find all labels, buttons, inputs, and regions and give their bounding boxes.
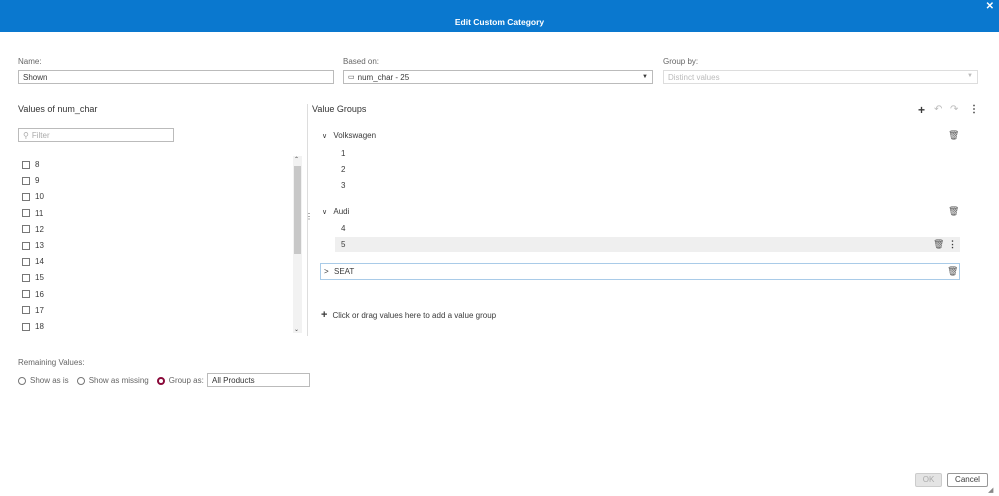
chevron-down-icon[interactable]: ∨ — [322, 209, 327, 216]
group-name: Audi — [333, 207, 350, 216]
checkbox[interactable] — [22, 322, 30, 331]
scroll-up-icon[interactable]: ⌃ — [294, 156, 299, 163]
value-groups-title: Value Groups — [312, 104, 367, 114]
group-value[interactable]: 3 — [341, 181, 345, 190]
redo-icon[interactable]: ↷ — [950, 104, 958, 115]
add-group-hint[interactable]: + Click or drag values here to add a val… — [321, 309, 496, 321]
value-list-item[interactable]: 16 — [22, 290, 44, 299]
value-list-item[interactable]: 8 — [22, 160, 39, 169]
option-label: Show as is — [30, 376, 69, 385]
values-title: Values of num_char — [18, 104, 98, 114]
filter-placeholder: Filter — [31, 131, 50, 140]
dialog-title: Edit Custom Category — [454, 17, 545, 27]
checkbox[interactable] — [22, 192, 30, 201]
value-list-item[interactable]: 18 — [22, 322, 44, 331]
checkbox[interactable] — [22, 290, 30, 299]
based-on-select[interactable]: ▭ num_char - 25 ▼ — [343, 70, 653, 84]
group-as-input[interactable]: All Products — [207, 373, 310, 387]
close-icon[interactable]: ✕ — [986, 1, 994, 12]
checkbox[interactable] — [22, 241, 30, 250]
checkbox[interactable] — [22, 257, 30, 266]
more-icon[interactable]: ⋮ — [948, 239, 957, 250]
radio-group-as[interactable] — [156, 376, 165, 385]
group-value-row-hover[interactable] — [335, 237, 960, 252]
group-audi[interactable]: ∨ Audi — [322, 207, 349, 216]
option-label: Group as: — [168, 376, 204, 385]
group-name: SEAT — [334, 267, 355, 276]
value-list-item[interactable]: 13 — [22, 241, 44, 250]
chevron-down-icon: ▼ — [967, 73, 973, 79]
add-icon: + — [321, 309, 328, 321]
value-label: 18 — [35, 322, 44, 331]
value-label: 15 — [35, 273, 44, 283]
scrollbar-thumb[interactable] — [294, 166, 301, 254]
checkbox[interactable] — [22, 160, 30, 169]
based-on-label: Based on: — [343, 57, 380, 66]
option-label: Show as missing — [88, 376, 149, 385]
value-list-item[interactable]: 10 — [22, 192, 44, 201]
trash-icon[interactable]: 🗑 — [947, 266, 958, 277]
ok-button[interactable]: OK — [915, 473, 942, 487]
scroll-down-icon[interactable]: ⌄ — [294, 326, 299, 333]
value-label: 13 — [35, 241, 44, 250]
checkbox[interactable] — [22, 176, 30, 185]
name-input[interactable]: Shown — [18, 70, 334, 84]
group-by-placeholder: Distinct values — [668, 73, 720, 82]
based-on-value: num_char - 25 — [357, 72, 410, 82]
cancel-button[interactable]: Cancel — [947, 473, 988, 487]
group-by-select[interactable]: Distinct values ▼ — [663, 70, 978, 84]
checkbox[interactable] — [22, 225, 30, 234]
value-list-item[interactable]: 15 — [22, 273, 44, 282]
trash-icon[interactable]: 🗑 — [933, 239, 944, 250]
value-label: 11 — [35, 208, 44, 218]
group-value[interactable]: 1 — [341, 149, 345, 158]
remaining-label: Remaining Values: — [18, 358, 85, 367]
dialog-header: Edit Custom Category ✕ — [0, 0, 999, 32]
group-by-label: Group by: — [663, 57, 699, 66]
chevron-right-icon[interactable]: > — [324, 267, 329, 276]
value-label: 10 — [35, 192, 44, 202]
value-label: 17 — [35, 305, 44, 315]
value-list-item[interactable]: 11 — [22, 209, 43, 218]
value-list-item[interactable]: 9 — [22, 176, 39, 185]
group-value[interactable]: 4 — [341, 224, 345, 233]
undo-icon[interactable]: ↶ — [934, 104, 942, 115]
resize-grip-icon[interactable]: ◢ — [988, 486, 993, 494]
chevron-down-icon: ▼ — [642, 74, 648, 80]
remaining-options: Show as is Show as missing Group as: — [18, 376, 204, 385]
name-label: Name: — [18, 57, 42, 66]
data-item-icon: ▭ — [348, 74, 355, 81]
value-list-item[interactable]: 14 — [22, 257, 44, 266]
trash-icon[interactable]: 🗑 — [948, 206, 959, 217]
checkbox[interactable] — [22, 209, 30, 218]
checkbox[interactable] — [22, 273, 30, 282]
filter-input[interactable]: ⚲ Filter — [18, 128, 174, 142]
add-icon[interactable]: + — [918, 103, 925, 117]
value-label: 9 — [35, 176, 40, 186]
checkbox[interactable] — [22, 306, 30, 315]
group-value[interactable]: 5 — [341, 240, 345, 249]
value-list-item[interactable]: 12 — [22, 225, 44, 234]
values-scrollbar[interactable]: ⌃ ⌄ — [293, 156, 302, 333]
group-value[interactable]: 2 — [341, 165, 345, 174]
radio-show-as-missing[interactable] — [76, 376, 85, 385]
value-label: 12 — [35, 224, 44, 234]
more-icon[interactable]: ⋮ — [969, 104, 979, 115]
trash-icon[interactable]: 🗑 — [948, 130, 959, 141]
value-label: 8 — [35, 160, 40, 169]
value-list-item[interactable]: 17 — [22, 306, 44, 315]
group-volkswagen[interactable]: ∨ Volkswagen — [322, 131, 376, 140]
chevron-down-icon[interactable]: ∨ — [322, 133, 327, 140]
search-icon: ⚲ — [23, 131, 29, 140]
splitter-handle-icon[interactable]: ⋮ — [305, 212, 313, 221]
group-name: Volkswagen — [333, 131, 377, 140]
radio-show-as-is[interactable] — [18, 376, 26, 385]
group-seat[interactable]: > SEAT 🗑 — [320, 263, 960, 280]
value-label: 14 — [35, 257, 44, 267]
value-label: 16 — [35, 289, 44, 299]
add-group-text: Click or drag values here to add a value… — [332, 310, 497, 320]
